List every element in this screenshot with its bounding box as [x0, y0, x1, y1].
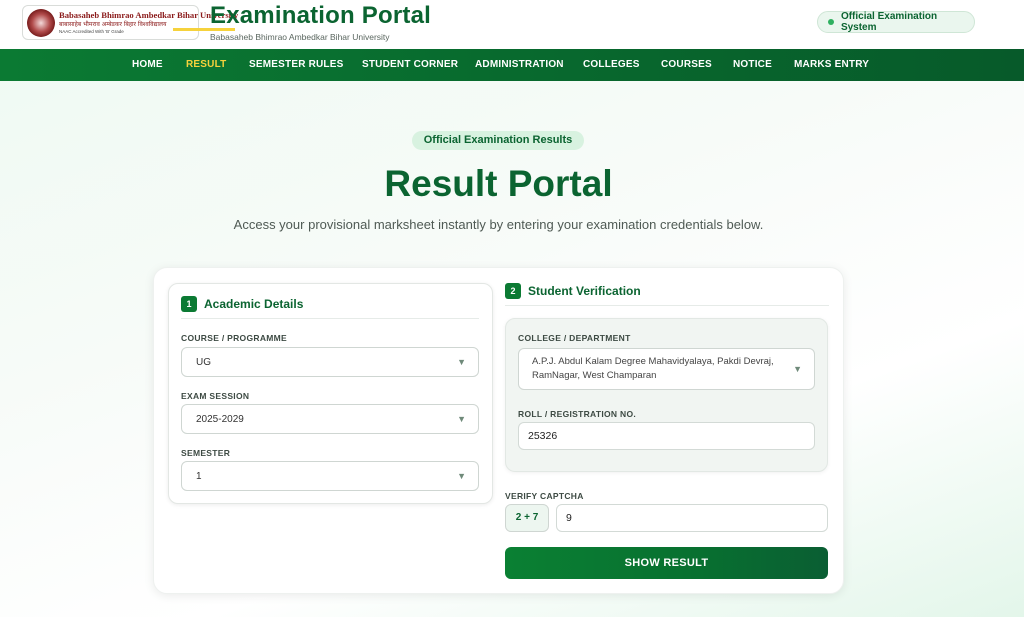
page-description: Access your provisional marksheet instan… — [233, 217, 764, 232]
course-label: COURSE / PROGRAMME — [181, 333, 287, 343]
section-title: Student Verification — [528, 284, 641, 298]
college-label: COLLEGE / DEPARTMENT — [518, 333, 631, 343]
caret-down-icon: ▼ — [457, 357, 466, 367]
main-nav: HOME RESULT SEMESTER RULES STUDENT CORNE… — [0, 49, 1024, 81]
nav-colleges[interactable]: COLLEGES — [583, 49, 640, 81]
exam-session-label: EXAM SESSION — [181, 391, 250, 401]
site-header: Babasaheb Bhimrao Ambedkar Bihar Univers… — [0, 0, 1024, 49]
roll-label: ROLL / REGISTRATION NO. — [518, 409, 637, 419]
page-title: Result Portal — [384, 163, 613, 204]
caret-down-icon: ▼ — [793, 364, 802, 374]
nav-semester-rules[interactable]: SEMESTER RULES — [249, 49, 343, 81]
semester-value: 1 — [196, 470, 202, 482]
show-result-button[interactable]: SHOW RESULT — [505, 547, 828, 579]
step-number: 1 — [181, 296, 197, 312]
nav-notice[interactable]: NOTICE — [733, 49, 772, 81]
captcha-question: 2 + 7 — [505, 504, 549, 532]
site-title: Examination Portal — [210, 2, 431, 29]
nav-marks-entry[interactable]: MARKS ENTRY — [794, 49, 869, 81]
academic-details-heading: 1 Academic Details — [181, 296, 303, 312]
step-number: 2 — [505, 283, 521, 299]
college-value-line2: RamNagar, West Champaran — [532, 370, 657, 381]
results-badge: Official Examination Results — [412, 131, 584, 150]
nav-result[interactable]: RESULT — [186, 49, 226, 81]
status-dot-icon — [828, 19, 834, 25]
university-seal-icon — [27, 8, 55, 37]
course-select[interactable]: UG ▼ — [181, 347, 479, 377]
roll-number-input[interactable]: 25326 — [518, 422, 815, 450]
official-system-label: Official Examination System — [840, 11, 938, 33]
captcha-answer-input[interactable]: 9 — [556, 504, 828, 532]
caret-down-icon: ▼ — [457, 471, 466, 481]
caret-down-icon: ▼ — [457, 414, 466, 424]
course-value: UG — [196, 356, 211, 368]
student-verification-heading: 2 Student Verification — [505, 283, 641, 299]
section-title: Academic Details — [204, 297, 304, 311]
official-system-badge: Official Examination System — [817, 11, 975, 33]
exam-session-select[interactable]: 2025-2029 ▼ — [181, 404, 479, 434]
college-value-line1: A.P.J. Abdul Kalam Degree Mahavidyalaya,… — [532, 356, 774, 367]
semester-label: SEMESTER — [181, 448, 231, 458]
captcha-label: VERIFY CAPTCHA — [505, 491, 584, 501]
nav-courses[interactable]: COURSES — [661, 49, 712, 81]
nav-administration[interactable]: ADMINISTRATION — [475, 49, 564, 81]
nav-student-corner[interactable]: STUDENT CORNER — [362, 49, 458, 81]
exam-session-value: 2025-2029 — [196, 413, 244, 425]
section-divider — [181, 318, 479, 319]
site-subtitle: Babasaheb Bhimrao Ambedkar Bihar Univers… — [210, 32, 390, 42]
semester-select[interactable]: 1 ▼ — [181, 461, 479, 491]
university-logo[interactable]: Babasaheb Bhimrao Ambedkar Bihar Univers… — [22, 5, 238, 40]
college-select[interactable]: A.P.J. Abdul Kalam Degree Mahavidyalaya,… — [518, 348, 815, 390]
section-divider — [505, 305, 829, 306]
nav-home[interactable]: HOME — [132, 49, 163, 81]
active-nav-indicator — [173, 28, 235, 31]
